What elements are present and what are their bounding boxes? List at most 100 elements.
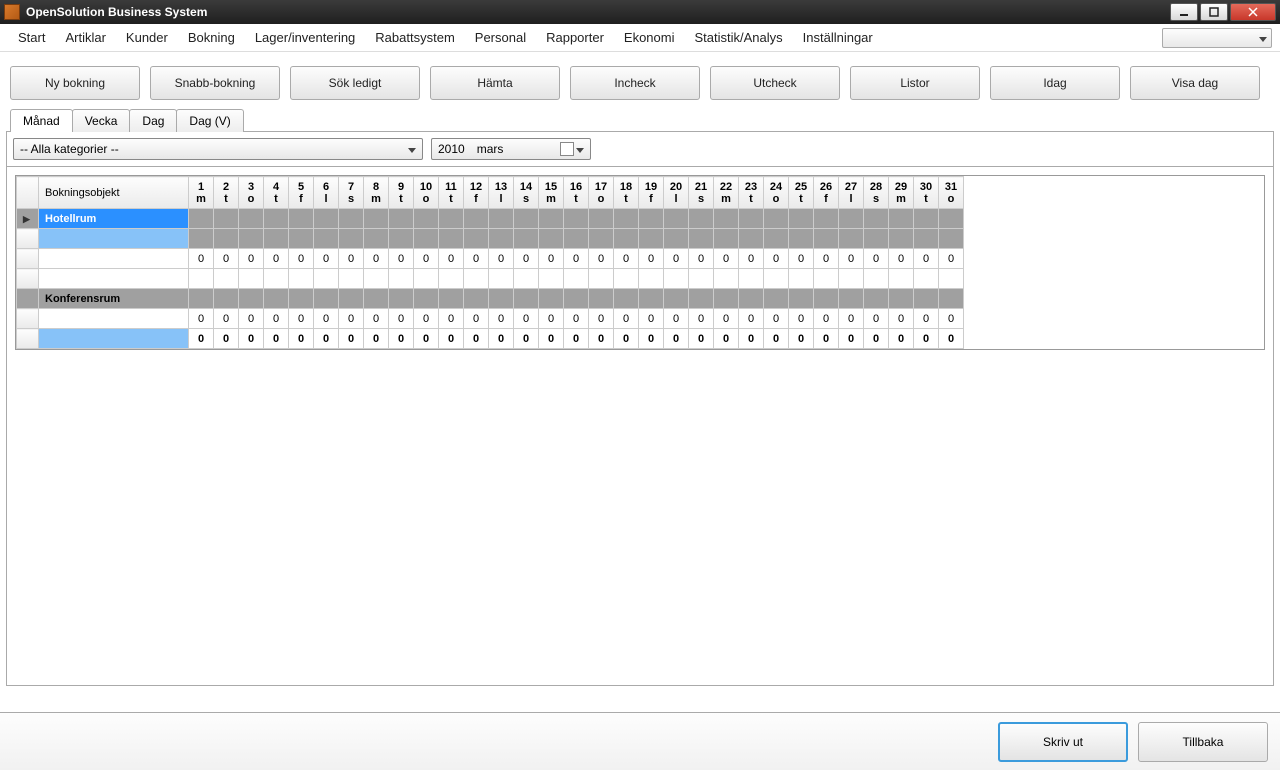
- grid-cell[interactable]: [514, 229, 539, 249]
- day-header-18[interactable]: 18t: [614, 177, 639, 209]
- menu-lager/inventering[interactable]: Lager/inventering: [245, 26, 365, 49]
- grid-cell[interactable]: [739, 229, 764, 249]
- grid-cell[interactable]: 0: [939, 249, 964, 269]
- grid-cell[interactable]: 0: [914, 309, 939, 329]
- grid-cell[interactable]: [514, 269, 539, 289]
- grid-cell[interactable]: 0: [414, 309, 439, 329]
- grid-cell[interactable]: 0: [214, 249, 239, 269]
- menu-start[interactable]: Start: [8, 26, 55, 49]
- object-cell[interactable]: Hotellrum: [39, 209, 189, 229]
- grid-cell[interactable]: [714, 269, 739, 289]
- day-header-17[interactable]: 17o: [589, 177, 614, 209]
- grid-cell[interactable]: [814, 269, 839, 289]
- day-header-16[interactable]: 16t: [564, 177, 589, 209]
- grid-cell[interactable]: 0: [814, 309, 839, 329]
- tool-snabb-bokning[interactable]: Snabb-bokning: [150, 66, 280, 100]
- day-header-12[interactable]: 12f: [464, 177, 489, 209]
- grid-cell[interactable]: [314, 269, 339, 289]
- grid-cell[interactable]: [389, 269, 414, 289]
- grid-cell[interactable]: 0: [764, 309, 789, 329]
- grid-cell[interactable]: 0: [314, 309, 339, 329]
- grid-cell[interactable]: [564, 269, 589, 289]
- grid-cell[interactable]: [914, 269, 939, 289]
- grid-cell[interactable]: 0: [189, 249, 214, 269]
- day-header-19[interactable]: 19f: [639, 177, 664, 209]
- grid-cell[interactable]: [589, 229, 614, 249]
- menu-artiklar[interactable]: Artiklar: [55, 26, 115, 49]
- grid-cell[interactable]: 0: [889, 309, 914, 329]
- grid-cell[interactable]: 0: [189, 329, 214, 349]
- grid-cell[interactable]: 0: [364, 309, 389, 329]
- tool-idag[interactable]: Idag: [990, 66, 1120, 100]
- day-header-30[interactable]: 30t: [914, 177, 939, 209]
- grid-cell[interactable]: [789, 229, 814, 249]
- grid-cell[interactable]: 0: [739, 309, 764, 329]
- back-button[interactable]: Tillbaka: [1138, 722, 1268, 762]
- day-header-15[interactable]: 15m: [539, 177, 564, 209]
- grid-cell[interactable]: 0: [414, 249, 439, 269]
- tab-dag-v-[interactable]: Dag (V): [176, 109, 243, 132]
- grid-cell[interactable]: 0: [239, 309, 264, 329]
- grid-cell[interactable]: [364, 229, 389, 249]
- grid-cell[interactable]: 0: [739, 329, 764, 349]
- grid-cell[interactable]: 0: [489, 309, 514, 329]
- grid-cell[interactable]: 0: [339, 249, 364, 269]
- grid-cell[interactable]: [264, 229, 289, 249]
- grid-cell[interactable]: [639, 269, 664, 289]
- tool-incheck[interactable]: Incheck: [570, 66, 700, 100]
- grid-cell[interactable]: 0: [389, 329, 414, 349]
- grid-cell[interactable]: 0: [789, 309, 814, 329]
- day-header-3[interactable]: 3o: [239, 177, 264, 209]
- grid-cell[interactable]: 0: [564, 309, 589, 329]
- grid-cell[interactable]: 0: [589, 309, 614, 329]
- grid-cell[interactable]: 0: [839, 329, 864, 349]
- grid-cell[interactable]: 0: [689, 329, 714, 349]
- grid-cell[interactable]: 0: [739, 249, 764, 269]
- grid-cell[interactable]: [614, 269, 639, 289]
- grid-cell[interactable]: 0: [289, 249, 314, 269]
- grid-cell[interactable]: 0: [439, 249, 464, 269]
- date-dropdown[interactable]: 2010 mars: [431, 138, 591, 160]
- day-header-28[interactable]: 28s: [864, 177, 889, 209]
- data-row[interactable]: [17, 229, 964, 249]
- grid-cell[interactable]: [189, 269, 214, 289]
- grid-cell[interactable]: 0: [939, 329, 964, 349]
- grid-cell[interactable]: [314, 229, 339, 249]
- grid-cell[interactable]: 0: [664, 249, 689, 269]
- grid-cell[interactable]: 0: [764, 249, 789, 269]
- day-header-10[interactable]: 10o: [414, 177, 439, 209]
- grid-cell[interactable]: 0: [789, 329, 814, 349]
- day-header-11[interactable]: 11t: [439, 177, 464, 209]
- grid-cell[interactable]: [464, 269, 489, 289]
- grid-cell[interactable]: 0: [689, 309, 714, 329]
- grid-cell[interactable]: [864, 229, 889, 249]
- grid-cell[interactable]: 0: [414, 329, 439, 349]
- grid-cell[interactable]: [489, 269, 514, 289]
- grid-cell[interactable]: [239, 229, 264, 249]
- grid-cell[interactable]: 0: [864, 329, 889, 349]
- menu-ekonomi[interactable]: Ekonomi: [614, 26, 685, 49]
- grid-cell[interactable]: 0: [539, 249, 564, 269]
- grid-cell[interactable]: 0: [939, 309, 964, 329]
- grid-cell[interactable]: 0: [464, 309, 489, 329]
- grid-cell[interactable]: [539, 229, 564, 249]
- grid-cell[interactable]: [289, 269, 314, 289]
- grid-cell[interactable]: 0: [264, 309, 289, 329]
- day-header-31[interactable]: 31o: [939, 177, 964, 209]
- day-header-25[interactable]: 25t: [789, 177, 814, 209]
- grid-cell[interactable]: 0: [664, 309, 689, 329]
- grid-cell[interactable]: 0: [639, 249, 664, 269]
- object-cell[interactable]: Konferensrum: [39, 289, 189, 309]
- grid-cell[interactable]: 0: [614, 329, 639, 349]
- menu-inställningar[interactable]: Inställningar: [793, 26, 883, 49]
- tool-hämta[interactable]: Hämta: [430, 66, 560, 100]
- grid-cell[interactable]: 0: [639, 329, 664, 349]
- grid-cell[interactable]: [814, 229, 839, 249]
- tab-m-nad[interactable]: Månad: [10, 109, 73, 132]
- object-cell[interactable]: [39, 269, 189, 289]
- object-cell[interactable]: [39, 249, 189, 269]
- grid-cell[interactable]: 0: [339, 329, 364, 349]
- minimize-button[interactable]: [1170, 3, 1198, 21]
- grid-cell[interactable]: 0: [289, 309, 314, 329]
- grid-cell[interactable]: [339, 229, 364, 249]
